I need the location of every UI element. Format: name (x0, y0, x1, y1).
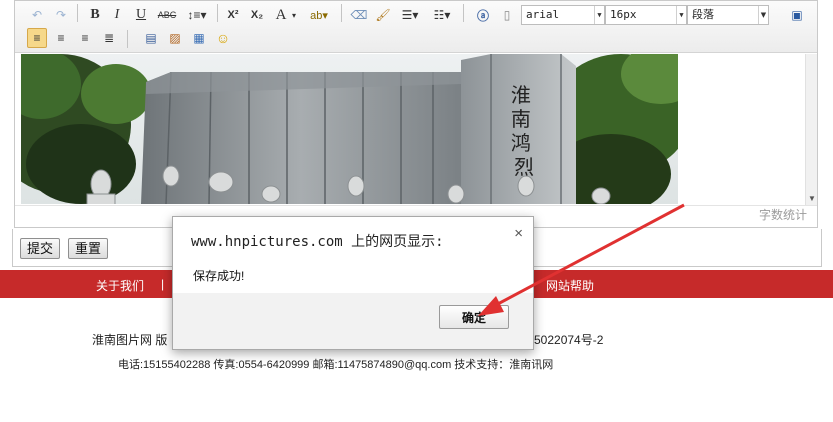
toolbar-separator (341, 4, 342, 22)
editor-scrollbar[interactable]: ▼ (805, 54, 817, 206)
scroll-down-icon[interactable]: ▼ (808, 194, 816, 203)
editor-content-area[interactable]: 淮 南 鸿 烈 (21, 54, 809, 206)
editor-status-divider (15, 205, 817, 206)
toolbar-separator (217, 4, 218, 22)
nav-about-link[interactable]: 关于我们 (96, 277, 144, 294)
highlight-color-icon[interactable]: ab▾ (303, 5, 335, 25)
chevron-down-icon: ▼ (676, 6, 686, 24)
footer-icp: 5022074号-2 (534, 333, 604, 347)
stele-text: 淮 南 鸿 烈 (511, 83, 537, 179)
align-right-icon[interactable]: ≡ (51, 28, 71, 48)
undo-icon[interactable]: ↶ (27, 5, 47, 25)
dialog-title: www.hnpictures.com 上的网页显示: (191, 234, 444, 250)
reset-button[interactable]: 重置 (68, 238, 109, 259)
align-center-icon[interactable]: ≡ (75, 28, 95, 48)
toolbar-separator (127, 30, 128, 48)
footer-contact: 电话:15155402288 传真:0554-6420999 邮箱:114758… (118, 359, 554, 371)
align-justify-icon[interactable]: ≣ (99, 28, 119, 48)
image-icon[interactable]: ▨ (165, 28, 185, 48)
emotion-icon[interactable]: ☺ (213, 28, 233, 48)
chevron-down-icon: ▼ (758, 6, 768, 24)
ok-button[interactable]: 确定 (439, 305, 509, 329)
dialog-message: 保存成功! (193, 269, 245, 283)
unordered-list-icon[interactable]: ☷▾ (429, 5, 455, 25)
underline-button[interactable]: U (131, 5, 151, 25)
ordered-list-icon[interactable]: ☰▾ (397, 5, 423, 25)
font-size-value: 16px (610, 8, 637, 21)
alert-dialog: www.hnpictures.com 上的网页显示: × 保存成功! 确定 (172, 216, 534, 350)
font-color-dropdown-icon[interactable]: ▾ (289, 5, 299, 25)
font-size-select[interactable]: 16px ▼ (605, 5, 687, 25)
rich-text-editor: ↶ ↷ B I U ABC ↕≡▾ X² X₂ A ▾ ab▾ ⌫ 🖌 ☰▾ ☷… (14, 0, 818, 228)
italic-button[interactable]: I (107, 5, 127, 25)
subscript-button[interactable]: X₂ (247, 5, 267, 25)
line-height-icon[interactable]: ↕≡▾ (183, 5, 211, 25)
editor-toolbar: ↶ ↷ B I U ABC ↕≡▾ X² X₂ A ▾ ab▾ ⌫ 🖌 ☰▾ ☷… (15, 1, 817, 53)
font-color-button[interactable]: A (271, 5, 291, 25)
submit-button[interactable]: 提交 (20, 238, 61, 259)
word-count-label: 字数统计 (758, 208, 807, 222)
redo-icon[interactable]: ↷ (51, 5, 71, 25)
chevron-down-icon: ▼ (594, 6, 604, 24)
paragraph-select[interactable]: 段落 ▼ (687, 5, 769, 25)
font-family-value: arial (526, 8, 560, 21)
paragraph-value: 段落 (692, 8, 714, 21)
dialog-footer: 确定 (173, 293, 533, 349)
strikethrough-button[interactable]: ABC (155, 5, 179, 25)
anchor-icon[interactable]: ⓐ (473, 5, 493, 25)
format-painter-icon[interactable]: 🖌 (373, 5, 393, 25)
toolbar-separator (463, 4, 464, 22)
fullscreen-icon[interactable]: ▣ (787, 5, 807, 25)
page: ↶ ↷ B I U ABC ↕≡▾ X² X₂ A ▾ ab▾ ⌫ 🖌 ☰▾ ☷… (0, 0, 833, 422)
close-icon[interactable]: × (514, 225, 523, 242)
video-icon[interactable]: ▤ (141, 28, 161, 48)
footer-copyright: 淮南图片网 版 (92, 333, 168, 347)
superscript-button[interactable]: X² (223, 5, 243, 25)
nav-help-link[interactable]: 网站帮助 (546, 277, 594, 294)
align-left-icon[interactable]: ≡ (27, 28, 47, 48)
eraser-icon[interactable]: ⌫ (349, 5, 369, 25)
nav-divider: | (161, 277, 165, 291)
table-icon[interactable]: ▦ (189, 28, 209, 48)
page-icon[interactable]: ▯ (497, 5, 517, 25)
bold-button[interactable]: B (85, 5, 105, 25)
toolbar-separator (77, 4, 78, 22)
font-family-select[interactable]: arial ▼ (521, 5, 605, 25)
stele-photo: 淮 南 鸿 烈 (21, 54, 678, 204)
